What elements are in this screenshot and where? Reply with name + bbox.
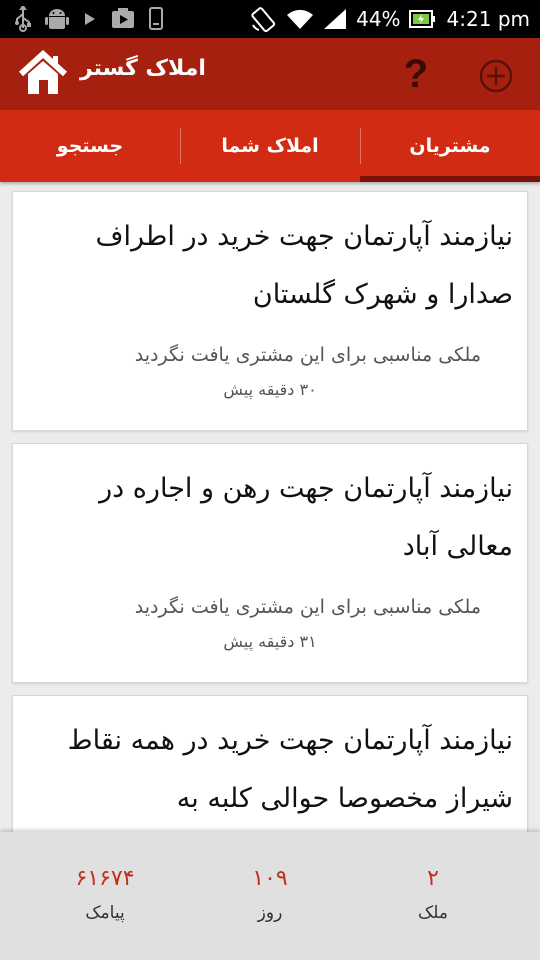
action-bar: املاک گستر ? bbox=[0, 38, 540, 110]
help-icon[interactable]: ? bbox=[396, 48, 436, 100]
stat-value: ۱۰۹ bbox=[252, 866, 288, 891]
card-status: ملکی مناسبی برای این مشتری یافت نگردید bbox=[134, 596, 481, 618]
tab-bar: جستجو املاک شما مشتریان bbox=[0, 110, 540, 182]
customer-list[interactable]: نیازمند آپارتمان جهت خرید در اطراف صدارا… bbox=[0, 182, 540, 832]
stat-value: ۲ bbox=[427, 866, 439, 891]
signal-icon bbox=[322, 7, 348, 31]
status-bar: 44% 4:21 pm bbox=[0, 0, 540, 38]
list-item[interactable]: نیازمند آپارتمان جهت خرید در اطراف صدارا… bbox=[12, 191, 528, 431]
card-title: نیازمند آپارتمان جهت رهن و اجاره در معال… bbox=[99, 473, 513, 562]
tab-customers[interactable]: مشتریان bbox=[360, 110, 540, 182]
stat-label: ملک bbox=[418, 903, 448, 923]
card-time: ۳۱ دقیقه پیش bbox=[223, 632, 317, 651]
media-icon bbox=[110, 7, 136, 31]
add-icon[interactable] bbox=[478, 58, 514, 94]
stat-value: ۶۱۶۷۴ bbox=[75, 866, 135, 891]
system-icons: 44% 4:21 pm bbox=[250, 5, 530, 33]
tab-search[interactable]: جستجو bbox=[0, 110, 180, 182]
usb-icon bbox=[14, 6, 32, 32]
stat-label: روز bbox=[257, 903, 283, 923]
home-icon[interactable] bbox=[18, 49, 68, 98]
phone-icon bbox=[148, 6, 164, 32]
list-item[interactable]: نیازمند آپارتمان جهت رهن و اجاره در معال… bbox=[12, 443, 528, 683]
battery-percent: 44% bbox=[356, 7, 401, 31]
android-icon bbox=[44, 6, 70, 32]
stat-properties: ۲ ملک bbox=[358, 866, 508, 923]
stat-days: ۱۰۹ روز bbox=[195, 866, 345, 923]
app-title: املاک گستر bbox=[80, 56, 206, 81]
stats-footer: ۶۱۶۷۴ پیامک ۱۰۹ روز ۲ ملک bbox=[0, 832, 540, 960]
wifi-icon bbox=[286, 7, 314, 31]
list-item[interactable]: نیازمند آپارتمان جهت خرید در همه نقاط شی… bbox=[12, 695, 528, 832]
card-time: ۳۰ دقیقه پیش bbox=[223, 380, 317, 399]
rotate-icon bbox=[250, 5, 278, 33]
play-icon bbox=[82, 7, 98, 31]
battery-icon bbox=[408, 8, 435, 30]
tab-your-properties[interactable]: املاک شما bbox=[180, 110, 360, 182]
card-status: ملکی مناسبی برای این مشتری یافت نگردید bbox=[134, 344, 481, 366]
card-title: نیازمند آپارتمان جهت خرید در اطراف صدارا… bbox=[95, 221, 513, 310]
stat-sms: ۶۱۶۷۴ پیامک bbox=[30, 866, 180, 923]
clock: 4:21 pm bbox=[446, 7, 530, 31]
card-title: نیازمند آپارتمان جهت خرید در همه نقاط شی… bbox=[67, 725, 513, 814]
notification-icons bbox=[14, 6, 164, 32]
stat-label: پیامک bbox=[85, 903, 125, 923]
